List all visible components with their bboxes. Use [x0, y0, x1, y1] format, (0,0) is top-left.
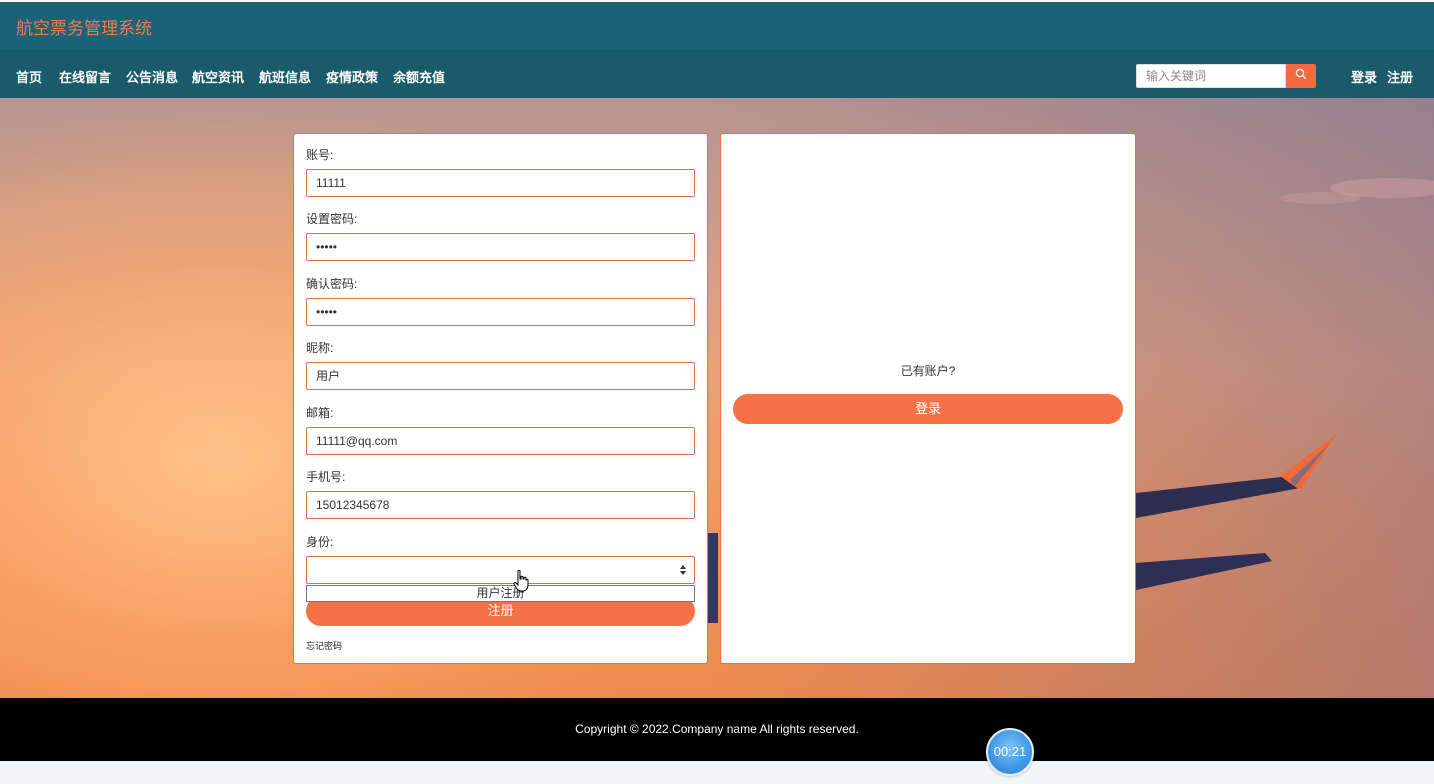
- password-label: 设置密码:: [306, 212, 358, 226]
- phone-input[interactable]: 15012345678: [306, 491, 695, 519]
- nickname-label: 昵称:: [306, 341, 334, 355]
- role-dropdown-list: 用户注册: [306, 585, 695, 602]
- email-label: 邮箱:: [306, 406, 334, 420]
- role-label: 身份:: [306, 535, 334, 549]
- forgot-password-link[interactable]: 忘记密码: [306, 639, 342, 652]
- panel-login-button[interactable]: 登录: [733, 394, 1123, 424]
- nav-item-epidemic-policy[interactable]: 疫情政策: [326, 67, 378, 86]
- select-arrows-icon: [680, 565, 686, 575]
- nav-item-balance-recharge[interactable]: 余额充值: [393, 67, 445, 86]
- header-bar: 航空票务管理系统: [0, 0, 1434, 50]
- recording-timer-badge[interactable]: 00:21: [986, 728, 1034, 776]
- confirm-password-input[interactable]: •••••: [306, 298, 695, 326]
- nickname-input[interactable]: 用户: [306, 362, 695, 390]
- footer: Copyright © 2022.Company name All rights…: [0, 698, 1434, 761]
- search-button[interactable]: [1286, 64, 1316, 88]
- site-title[interactable]: 航空票务管理系统: [16, 14, 152, 39]
- header-register-link[interactable]: 注册: [1387, 67, 1413, 86]
- phone-label: 手机号:: [306, 470, 346, 484]
- nav-item-announcements[interactable]: 公告消息: [126, 67, 178, 86]
- have-account-text: 已有账户?: [900, 364, 956, 378]
- email-input[interactable]: 11111@qq.com: [306, 427, 695, 455]
- nav-item-message-board[interactable]: 在线留言: [59, 67, 111, 86]
- search-input[interactable]: [1136, 64, 1286, 88]
- nav-item-flight-info[interactable]: 航班信息: [259, 67, 311, 86]
- nav-item-home[interactable]: 首页: [16, 67, 42, 86]
- hand-cursor-icon: [513, 570, 529, 592]
- airplane-wing-image: [706, 178, 1434, 623]
- account-label: 账号:: [306, 148, 334, 162]
- confirm-password-label: 确认密码:: [306, 277, 358, 291]
- hero-background: [0, 98, 1434, 698]
- password-input[interactable]: •••••: [306, 233, 695, 261]
- role-select[interactable]: [306, 556, 695, 584]
- copyright-text: Copyright © 2022.Company name All rights…: [575, 722, 859, 736]
- nav-item-aviation-news[interactable]: 航空资讯: [192, 67, 244, 86]
- role-option-user-register[interactable]: 用户注册: [307, 586, 694, 601]
- header-login-link[interactable]: 登录: [1351, 67, 1377, 86]
- account-input[interactable]: 11111: [306, 169, 695, 197]
- search-icon: [1295, 67, 1307, 85]
